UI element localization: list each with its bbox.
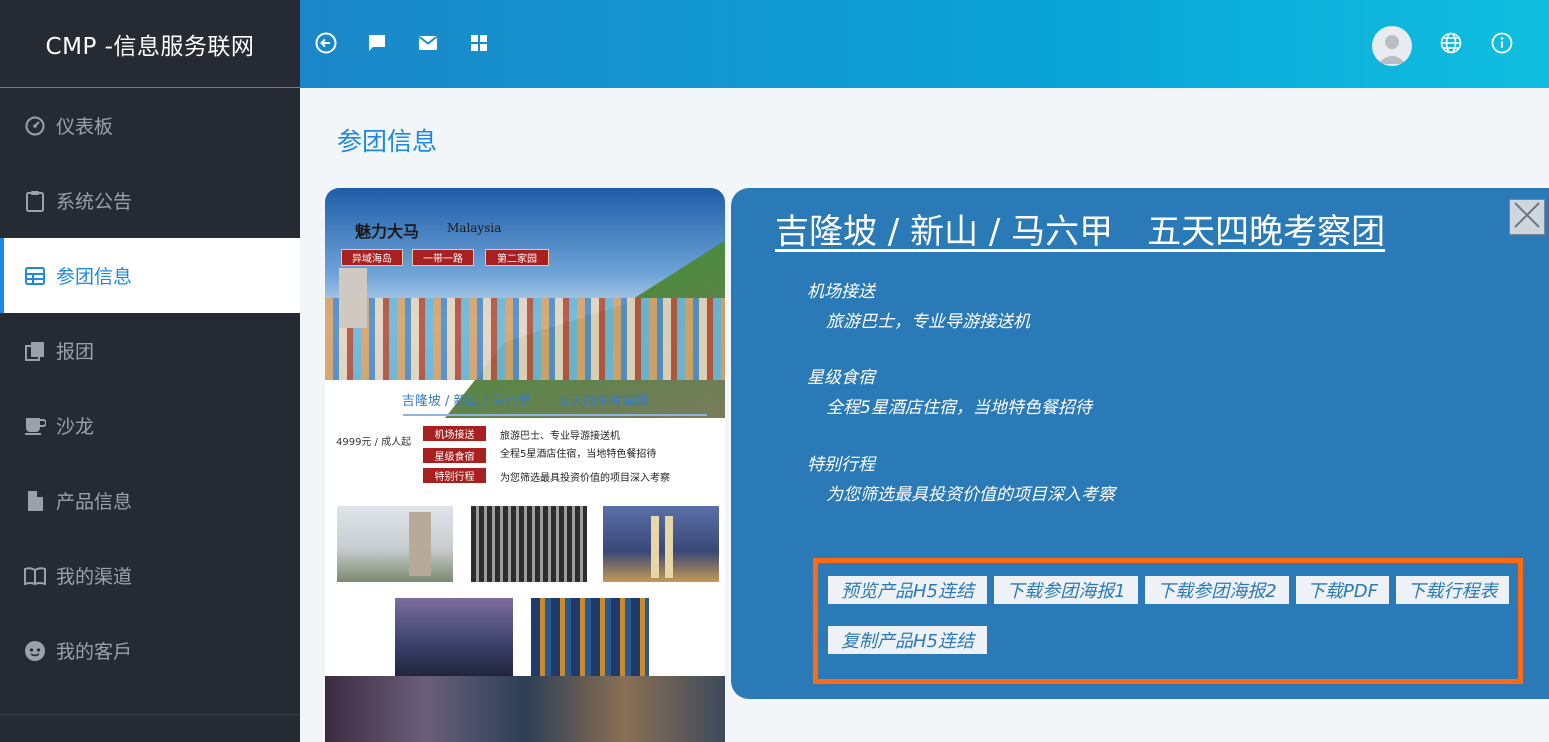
- sidebar-item-customers[interactable]: 我的客戶: [0, 613, 300, 688]
- sidebar-item-label: 仪表板: [56, 116, 114, 138]
- clipboard-icon: [24, 190, 46, 212]
- feature-desc: 旅游巴士，专业导游接送机: [826, 312, 1030, 332]
- feature-desc: 全程5星酒店住宿，当地特色餐招待: [826, 398, 1092, 418]
- grid-icon[interactable]: [466, 30, 492, 56]
- tour-poster-image: 魅力大马 Malaysia 异域海岛 一带一路 第二家园 吉隆坡 / 新山 / …: [325, 188, 725, 742]
- book-icon: [24, 565, 46, 587]
- avatar[interactable]: [1372, 26, 1412, 66]
- poster-feature-desc: 旅游巴士、专业导游接送机: [500, 431, 620, 442]
- sidebar-item-label: 我的客戶: [56, 641, 133, 663]
- poster-feature-desc: 为您筛选最具投资价值的项目深入考察: [500, 473, 670, 484]
- feature-title: 特别行程: [807, 455, 875, 475]
- page-title: 参团信息: [337, 127, 438, 156]
- poster-feature-tag: 星级食宿: [423, 448, 486, 463]
- file-icon: [24, 490, 46, 512]
- download-poster2-button[interactable]: 下载参团海报2: [1145, 576, 1289, 604]
- sidebar-item-tour-info[interactable]: 参团信息: [0, 238, 300, 313]
- poster-tower: [339, 268, 367, 328]
- poster-tag: 一带一路: [412, 249, 474, 266]
- poster-feature-tag: 特别行程: [423, 468, 486, 483]
- sidebar-item-label: 我的渠道: [56, 566, 133, 588]
- sidebar-item-label: 参团信息: [56, 266, 133, 288]
- poster-photo: [337, 506, 453, 582]
- sidebar-item-products[interactable]: 产品信息: [0, 463, 300, 538]
- poster-logo: 魅力大马: [355, 222, 420, 241]
- poster-price: 4999元 / 成人起: [336, 437, 412, 448]
- close-button[interactable]: [1509, 199, 1545, 235]
- actions-highlight-box: 预览产品H5连结 下载参团海报1 下载参团海报2 下载PDF 下载行程表 复制产…: [813, 558, 1523, 684]
- poster-bottom-photo: [325, 676, 725, 742]
- table-icon: [24, 265, 46, 287]
- sidebar-item-dashboard[interactable]: 仪表板: [0, 88, 300, 163]
- sidebar-item-label: 报团: [56, 341, 95, 363]
- sidebar-item-channels[interactable]: 我的渠道: [0, 538, 300, 613]
- back-circle-icon[interactable]: [313, 30, 339, 56]
- feature-desc: 为您筛选最具投资价值的项目深入考察: [826, 485, 1115, 505]
- poster-photo: [603, 506, 719, 582]
- sidebar-item-join-tour[interactable]: 报团: [0, 313, 300, 388]
- download-poster1-button[interactable]: 下载参团海报1: [994, 576, 1138, 604]
- sidebar: CMP -信息服务联网 仪表板 系统公告 参团信息 报团 沙龙 产品信息 我的渠…: [0, 0, 300, 742]
- close-icon: [1512, 200, 1542, 234]
- feature-title: 星级食宿: [807, 368, 875, 388]
- coffee-cup-icon: [24, 415, 46, 437]
- sidebar-item-label: 产品信息: [56, 491, 133, 513]
- poster-feature-tag: 机场接送: [423, 426, 486, 441]
- mail-icon[interactable]: [415, 30, 441, 56]
- poster-photo: [395, 598, 513, 678]
- copy-h5-link-button[interactable]: 复制产品H5连结: [828, 626, 987, 654]
- sidebar-item-announcements[interactable]: 系统公告: [0, 163, 300, 238]
- stack-icon: [24, 340, 46, 362]
- preview-h5-link-button[interactable]: 预览产品H5连结: [828, 576, 987, 604]
- poster-route: 吉隆坡 / 新山 / 马六甲 五天四晚考察团: [401, 394, 649, 409]
- poster-photo: [471, 506, 587, 582]
- poster-logo-sub: Malaysia: [447, 221, 502, 235]
- poster-divider: [403, 414, 707, 416]
- download-itinerary-button[interactable]: 下载行程表: [1396, 576, 1509, 604]
- poster-town: [325, 298, 725, 380]
- feature-title: 机场接送: [807, 282, 875, 302]
- sidebar-item-label: 沙龙: [56, 416, 95, 438]
- poster-tag: 异域海岛: [341, 249, 403, 266]
- info-icon[interactable]: [1489, 30, 1515, 56]
- sidebar-footer: [0, 714, 300, 742]
- globe-icon[interactable]: [1438, 30, 1464, 56]
- poster-tag: 第二家园: [485, 249, 549, 266]
- dashboard-icon: [24, 115, 46, 137]
- download-pdf-button[interactable]: 下载PDF: [1296, 576, 1389, 604]
- app-title: CMP -信息服务联网: [0, 0, 300, 88]
- sidebar-item-label: 系统公告: [56, 191, 133, 213]
- poster-photo: [531, 598, 649, 678]
- poster-feature-desc: 全程5星酒店住宿，当地特色餐招待: [500, 449, 657, 460]
- tour-title: 吉隆坡 / 新山 / 马六甲 五天四晚考察团: [775, 212, 1386, 252]
- sidebar-item-salon[interactable]: 沙龙: [0, 388, 300, 463]
- top-bar: [300, 0, 1549, 88]
- chat-icon[interactable]: [364, 30, 390, 56]
- tour-detail-panel: 吉隆坡 / 新山 / 马六甲 五天四晚考察团 机场接送 旅游巴士，专业导游接送机…: [731, 188, 1549, 699]
- face-icon: [24, 640, 46, 662]
